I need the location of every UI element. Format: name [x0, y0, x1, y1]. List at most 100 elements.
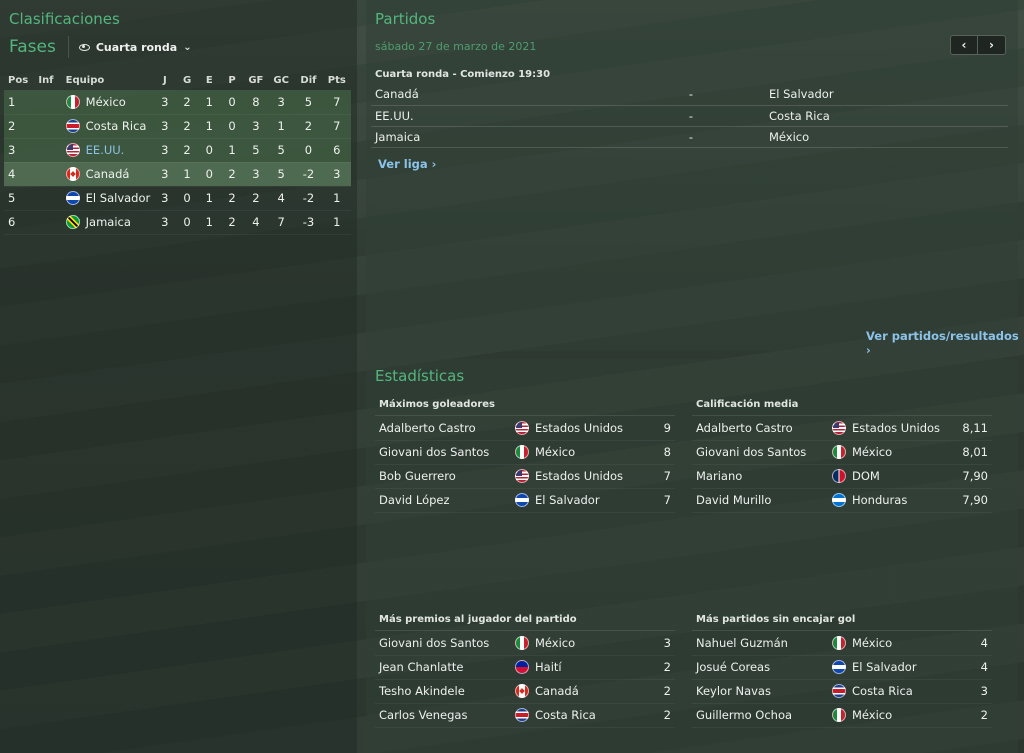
stage-row: Fases Cuarta ronda ⌄: [9, 36, 192, 58]
home-team[interactable]: Jamaica: [371, 126, 671, 148]
col-e[interactable]: E: [198, 70, 220, 90]
player-name[interactable]: Tesho Akindele: [375, 679, 511, 704]
row-team[interactable]: Jamaica: [86, 215, 131, 229]
list-item[interactable]: Mariano DOM 7,90: [692, 464, 992, 489]
col-inf[interactable]: Inf: [34, 70, 61, 90]
row-j: 3: [153, 210, 176, 235]
player-name[interactable]: Giovani dos Santos: [692, 440, 828, 465]
list-item[interactable]: Nahuel Guzmán México 4: [692, 631, 992, 656]
top-scorers-block: Máximos goleadores Adalberto Castro Esta…: [375, 399, 675, 513]
player-name[interactable]: Bob Guerrero: [375, 464, 511, 489]
player-country[interactable]: El Salvador: [852, 660, 917, 674]
home-team[interactable]: EE.UU.: [371, 105, 671, 127]
player-name[interactable]: David Murillo: [692, 488, 828, 513]
row-gf: 2: [243, 186, 268, 211]
player-name[interactable]: Adalberto Castro: [692, 416, 828, 441]
player-name[interactable]: Jean Chanlatte: [375, 655, 511, 680]
table-row[interactable]: 3 EE.UU. 3 2 0 1 5 5 0 6: [4, 138, 351, 163]
stats-title: Estadísticas: [375, 367, 465, 385]
player-country[interactable]: Canadá: [535, 684, 579, 698]
player-country[interactable]: México: [852, 708, 892, 722]
table-row[interactable]: 6 Jamaica 3 0 1 2 4 7 -3 1: [4, 210, 351, 235]
home-team[interactable]: Canadá: [371, 84, 671, 106]
player-name[interactable]: Carlos Venegas: [375, 703, 511, 728]
potm-block: Más premios al jugador del partido Giova…: [375, 614, 675, 728]
list-item[interactable]: Adalberto Castro Estados Unidos 8,11: [692, 416, 992, 441]
list-item[interactable]: Tesho Akindele Canadá 2: [375, 679, 675, 704]
player-country[interactable]: México: [852, 636, 892, 650]
next-date-button[interactable]: ›: [978, 35, 1006, 55]
table-row[interactable]: 5 El Salvador 3 0 1 2 2 4 -2 1: [4, 186, 351, 211]
row-g: 2: [175, 90, 199, 115]
player-name[interactable]: Mariano: [692, 464, 828, 489]
player-country[interactable]: México: [535, 445, 575, 459]
player-name[interactable]: Adalberto Castro: [375, 416, 511, 441]
list-item[interactable]: David López El Salvador 7: [375, 488, 675, 513]
row-team[interactable]: Costa Rica: [86, 119, 147, 133]
list-item[interactable]: Giovani dos Santos México 8,01: [692, 440, 992, 465]
player-country[interactable]: Costa Rica: [535, 708, 596, 722]
prev-date-button[interactable]: ‹: [950, 35, 978, 55]
stat-value: 3: [948, 679, 992, 704]
list-item[interactable]: Giovani dos Santos México 3: [375, 631, 675, 656]
col-gc[interactable]: GC: [268, 70, 294, 90]
list-item[interactable]: Jean Chanlatte Haití 2: [375, 655, 675, 680]
stage-dropdown[interactable]: Cuarta ronda ⌄: [78, 41, 192, 54]
player-country[interactable]: Costa Rica: [852, 684, 913, 698]
player-country[interactable]: DOM: [852, 469, 880, 483]
player-country[interactable]: México: [535, 636, 575, 650]
list-item[interactable]: Adalberto Castro Estados Unidos 9: [375, 416, 675, 441]
player-name[interactable]: David López: [375, 488, 511, 513]
top-scorers-table: Adalberto Castro Estados Unidos 9 Giovan…: [375, 416, 675, 513]
list-item[interactable]: Bob Guerrero Estados Unidos 7: [375, 464, 675, 489]
col-p[interactable]: P: [220, 70, 243, 90]
list-item[interactable]: Keylor Navas Costa Rica 3: [692, 679, 992, 704]
player-country[interactable]: Honduras: [852, 493, 907, 507]
match-row[interactable]: Jamaica - México: [371, 126, 1008, 148]
row-inf: [34, 186, 62, 211]
player-name[interactable]: Guillermo Ochoa: [692, 703, 828, 728]
table-row[interactable]: 1 México 3 2 1 0 8 3 5 7: [4, 90, 351, 115]
player-country[interactable]: Haití: [535, 660, 562, 674]
player-name[interactable]: Josué Coreas: [692, 655, 828, 680]
view-results-link[interactable]: Ver partidos/resultados ›: [866, 329, 1024, 357]
col-gf[interactable]: GF: [244, 70, 268, 90]
player-name[interactable]: Nahuel Guzmán: [692, 631, 828, 656]
player-name[interactable]: Keylor Navas: [692, 679, 828, 704]
list-item[interactable]: Carlos Venegas Costa Rica 2: [375, 703, 675, 728]
list-item[interactable]: David Murillo Honduras 7,90: [692, 488, 992, 513]
row-team[interactable]: México: [86, 95, 126, 109]
view-league-link[interactable]: Ver liga ›: [378, 157, 436, 171]
list-item[interactable]: Giovani dos Santos México 8: [375, 440, 675, 465]
match-row[interactable]: EE.UU. - Costa Rica: [371, 105, 1008, 127]
away-team[interactable]: El Salvador: [711, 84, 1008, 106]
row-team[interactable]: EE.UU.: [86, 143, 125, 157]
player-country[interactable]: Estados Unidos: [535, 469, 623, 483]
away-team[interactable]: Costa Rica: [711, 105, 1008, 127]
col-pos[interactable]: Pos: [4, 70, 34, 90]
table-row[interactable]: 4 Canadá 3 1 0 2 3 5 -2 3: [4, 162, 351, 187]
col-team[interactable]: Equipo: [62, 70, 154, 90]
col-j[interactable]: J: [154, 70, 176, 90]
col-pts[interactable]: Pts: [323, 70, 351, 90]
player-name[interactable]: Giovani dos Santos: [375, 440, 511, 465]
col-g[interactable]: G: [176, 70, 198, 90]
player-country[interactable]: El Salvador: [535, 493, 600, 507]
match-row[interactable]: Canadá - El Salvador: [371, 84, 1008, 106]
list-item[interactable]: Josué Coreas El Salvador 4: [692, 655, 992, 680]
stat-value: 2: [631, 679, 675, 704]
table-row[interactable]: 2 Costa Rica 3 2 1 0 3 1 2 7: [4, 114, 351, 139]
player-name[interactable]: Giovani dos Santos: [375, 631, 511, 656]
player-country[interactable]: Estados Unidos: [852, 421, 940, 435]
row-team[interactable]: El Salvador: [86, 191, 151, 205]
row-inf: [34, 162, 62, 187]
stat-value: 8,01: [948, 440, 992, 465]
player-country[interactable]: Estados Unidos: [535, 421, 623, 435]
row-p: 1: [220, 138, 244, 163]
list-item[interactable]: Guillermo Ochoa México 2: [692, 703, 992, 728]
player-country[interactable]: México: [852, 445, 892, 459]
row-team[interactable]: Canadá: [86, 167, 130, 181]
col-dif[interactable]: Dif: [294, 70, 322, 90]
divider: [67, 36, 69, 58]
away-team[interactable]: México: [711, 126, 1008, 148]
